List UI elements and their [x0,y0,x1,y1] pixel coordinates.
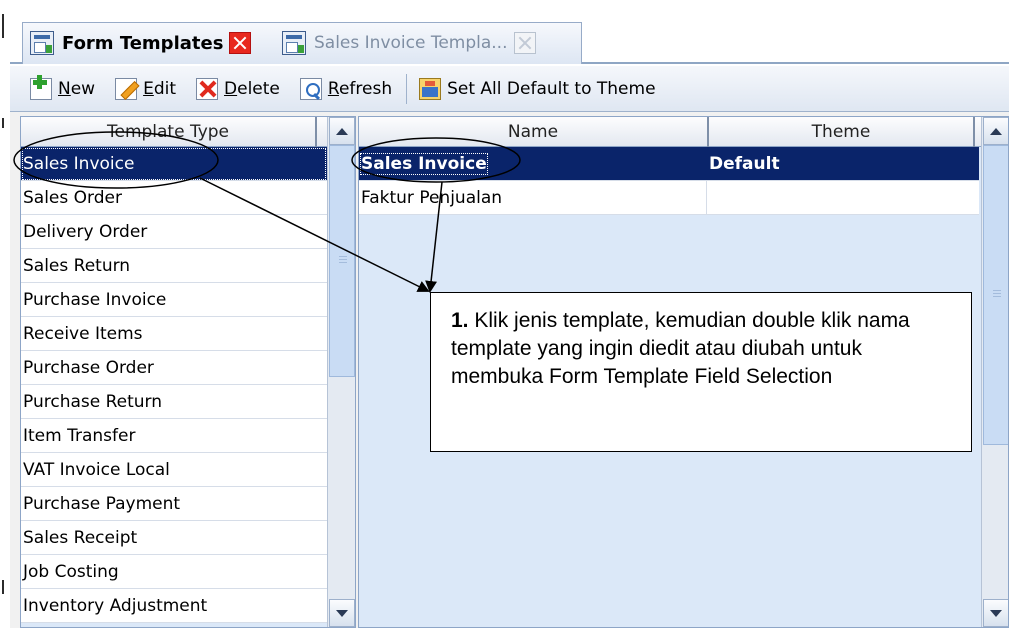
template-type-grid: Template Type Sales Invoice Sales Order … [20,116,356,628]
left-scrollbar[interactable] [327,117,355,627]
instruction-callout: 1. Klik jenis template, kemudian double … [430,292,972,452]
delete-button[interactable]: Delete [196,72,280,106]
table-row[interactable]: Faktur Penjualan [359,181,979,215]
toolbar: New Edit Delete Refresh Set All Default … [10,66,1009,112]
chevron-up-icon [990,127,1002,135]
template-theme [707,181,979,214]
form-templates-window: Form Templates Sales Invoice Templa... N… [0,0,1009,628]
scroll-up-button[interactable] [983,117,1008,145]
template-theme: Default [709,153,780,174]
scroll-down-button[interactable] [329,599,355,627]
scroll-thumb[interactable] [329,145,355,377]
refresh-button[interactable]: Refresh [299,72,392,106]
form-template-icon [282,31,306,55]
toolbar-separator [406,73,408,104]
chevron-down-icon [990,609,1002,617]
right-scrollbar[interactable] [981,117,1008,627]
tab-strip: Form Templates Sales Invoice Templa... [10,22,1009,64]
theme-icon [419,77,442,100]
column-header-name[interactable]: Name [359,117,709,147]
table-row[interactable]: Sales Invoice Default [359,147,979,181]
grid-header: Template Type [21,117,327,147]
list-item[interactable]: Item Transfer [21,419,327,453]
chevron-up-icon [336,127,348,135]
scroll-down-button[interactable] [983,599,1008,627]
list-item[interactable]: Sales Return [21,249,327,283]
list-item[interactable]: Purchase Order [21,351,327,385]
tab-label: Sales Invoice Templa... [314,33,508,53]
grid-header: Name Theme [359,117,981,147]
template-name: Faktur Penjualan [361,187,503,208]
list-item[interactable]: VAT Invoice Local [21,453,327,487]
new-button[interactable]: New [30,72,95,106]
refresh-icon [299,77,322,100]
list-item[interactable]: Delivery Order [21,215,327,249]
list-item[interactable]: Sales Receipt [21,521,327,555]
list-item[interactable]: Inventory Adjustment [21,589,327,623]
chevron-down-icon [336,609,348,617]
callout-step-number: 1. [451,309,469,332]
form-template-icon [30,31,54,55]
list-item[interactable]: Purchase Payment [21,487,327,521]
close-icon[interactable] [229,32,252,54]
list-item[interactable]: Purchase Return [21,385,327,419]
list-item[interactable]: Receive Items [21,317,327,351]
tab-label: Form Templates [62,32,224,54]
scroll-thumb[interactable] [983,145,1008,445]
list-item[interactable]: Sales Order [21,181,327,215]
close-icon[interactable] [513,32,536,54]
edit-icon [115,77,138,100]
scroll-up-button[interactable] [329,117,355,145]
new-icon [30,74,52,100]
list-item[interactable]: Job Costing [21,555,327,589]
template-name: Sales Invoice [360,152,488,175]
tab-form-templates[interactable]: Form Templates [30,26,252,60]
column-header-theme[interactable]: Theme [709,117,975,147]
delete-icon [196,77,219,100]
list-item[interactable]: Sales Invoice [21,147,327,181]
column-header-template-type[interactable]: Template Type [21,117,317,147]
tab-sales-invoice-template[interactable]: Sales Invoice Templa... [282,26,536,60]
set-all-default-to-theme-button[interactable]: Set All Default to Theme [419,72,656,106]
left-edge [0,0,10,628]
edit-button[interactable]: Edit [115,72,176,106]
list-item[interactable]: Purchase Invoice [21,283,327,317]
callout-text: Klik jenis template, kemudian double kli… [451,309,910,388]
